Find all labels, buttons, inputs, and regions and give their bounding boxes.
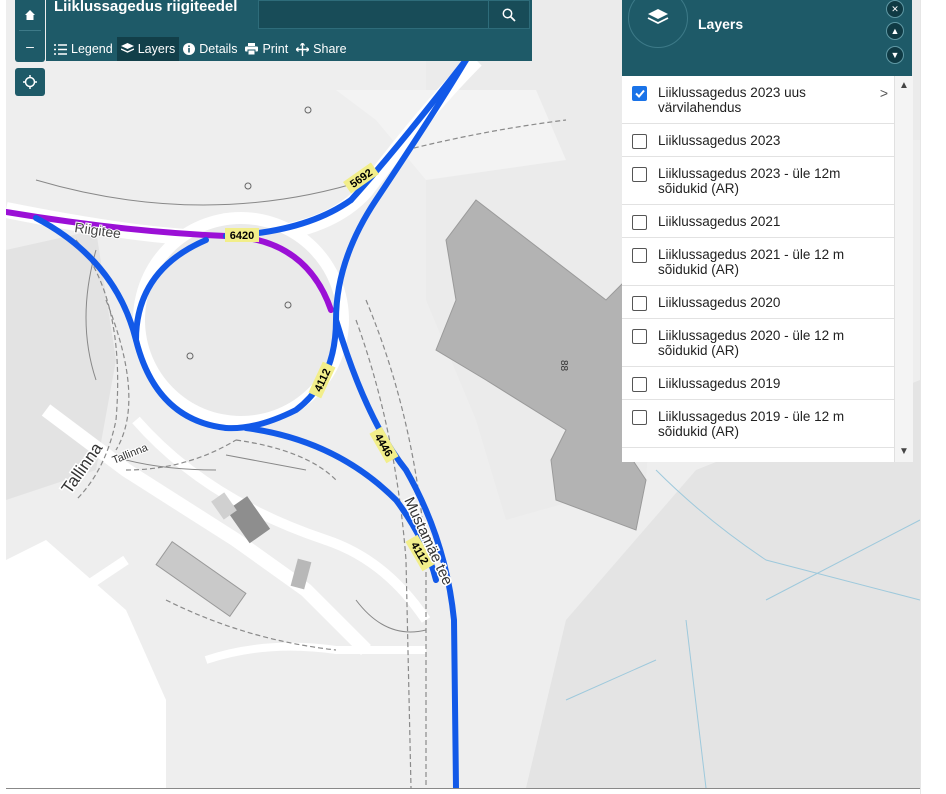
- layer-item[interactable]: Liiklussagedus 2020 - üle 12 m sõidukid …: [622, 319, 894, 367]
- search-box: [258, 0, 530, 29]
- layer-checkbox[interactable]: [632, 167, 647, 182]
- search-input[interactable]: [259, 1, 481, 26]
- legend-button[interactable]: Legend: [50, 37, 117, 61]
- chevron-right-icon[interactable]: >: [880, 86, 888, 101]
- layer-checkbox[interactable]: [632, 86, 647, 101]
- app-title: Liiklussagedus riigiteedel: [54, 0, 238, 15]
- panel-collapse-down-button[interactable]: ▼: [886, 46, 904, 64]
- layer-label: Liiklussagedus 2023 uus värvilahendus: [658, 85, 806, 115]
- layers-scrollbar[interactable]: ▲ ▼: [894, 76, 913, 462]
- list-icon: [54, 43, 67, 55]
- layer-item[interactable]: Liiklussagedus 2023: [622, 124, 894, 157]
- print-icon: [245, 43, 259, 55]
- map-bottom-border: [6, 788, 920, 789]
- layer-checkbox[interactable]: [632, 215, 647, 230]
- layer-label: Liiklussagedus 2020 - üle 12 m sõidukid …: [658, 328, 845, 358]
- layers-panel-title: Layers: [698, 16, 744, 32]
- crosshair-icon: [23, 75, 37, 89]
- layer-item[interactable]: Liiklussagedus 2021 - üle 12 m sõidukid …: [622, 238, 894, 286]
- layer-checkbox[interactable]: [632, 410, 647, 425]
- info-icon: [183, 43, 196, 55]
- scroll-down-icon[interactable]: ▼: [895, 444, 913, 458]
- layer-label: Liiklussagedus 2019 - üle 12 m sõidukid …: [658, 409, 845, 439]
- layer-item[interactable]: Liiklussagedus 2023 uus värvilahendus >: [622, 76, 894, 124]
- layers-button[interactable]: Layers: [116, 37, 180, 61]
- search-button[interactable]: [488, 1, 529, 28]
- traffic-count-label: 6420: [230, 230, 254, 242]
- zoom-out-button[interactable]: –: [15, 31, 45, 61]
- app-header: Liiklussagedus riigiteedel Legend Layers…: [46, 0, 532, 61]
- layer-item[interactable]: Liiklussagedus 2021: [622, 205, 894, 238]
- locate-button[interactable]: [15, 68, 45, 96]
- chevron-down-icon: ▼: [890, 50, 900, 60]
- print-button[interactable]: Print: [241, 37, 292, 61]
- share-label: Share: [313, 42, 347, 56]
- legend-label: Legend: [71, 42, 113, 56]
- close-icon: ✕: [891, 3, 899, 14]
- share-button[interactable]: Share: [292, 37, 350, 61]
- details-button[interactable]: Details: [179, 37, 241, 61]
- layer-checkbox[interactable]: [632, 329, 647, 344]
- home-button[interactable]: [15, 0, 45, 30]
- toolbar: Legend Layers Details Print Share: [50, 37, 351, 61]
- details-label: Details: [199, 42, 238, 56]
- layer-item[interactable]: Liiklussagedus 2020: [622, 286, 894, 319]
- layer-label: Liiklussagedus 2023 - üle 12m sõidukid (…: [658, 166, 841, 196]
- layer-label: Liiklussagedus 2019: [658, 376, 781, 391]
- layer-label: Liiklussagedus 2021: [658, 214, 781, 229]
- map-nav-controls: –: [15, 0, 45, 62]
- layers-label: Layers: [137, 42, 176, 56]
- page-right-margin: [920, 0, 946, 794]
- print-label: Print: [262, 42, 289, 56]
- layer-checkbox[interactable]: [632, 296, 647, 311]
- layer-label: Liiklussagedus 2020: [658, 295, 781, 310]
- layers-icon: [120, 43, 134, 53]
- layer-label: Liiklussagedus 2023: [658, 133, 781, 148]
- layers-icon: [647, 9, 669, 25]
- share-icon: [296, 42, 310, 56]
- layer-checkbox[interactable]: [632, 134, 647, 149]
- home-icon: [25, 10, 35, 20]
- zoom-out-label: –: [26, 38, 34, 54]
- chevron-up-icon: ▲: [890, 26, 900, 36]
- layer-item[interactable]: Liiklussagedus 2023 - üle 12m sõidukid (…: [622, 157, 894, 205]
- search-icon: [502, 8, 516, 22]
- panel-close-button[interactable]: ✕: [886, 0, 904, 18]
- panel-collapse-up-button[interactable]: ▲: [886, 22, 904, 40]
- layer-item[interactable]: Liiklussagedus 2019: [622, 367, 894, 400]
- layer-checkbox[interactable]: [632, 248, 647, 263]
- layer-checkbox[interactable]: [632, 377, 647, 392]
- layers-list: Liiklussagedus 2023 uus värvilahendus > …: [622, 76, 894, 462]
- layer-item[interactable]: Liiklussagedus 2019 - üle 12 m sõidukid …: [622, 400, 894, 448]
- layer-label: Liiklussagedus 2021 - üle 12 m sõidukid …: [658, 247, 845, 277]
- building-number-label: 88: [558, 360, 569, 372]
- scroll-up-icon[interactable]: ▲: [895, 78, 913, 92]
